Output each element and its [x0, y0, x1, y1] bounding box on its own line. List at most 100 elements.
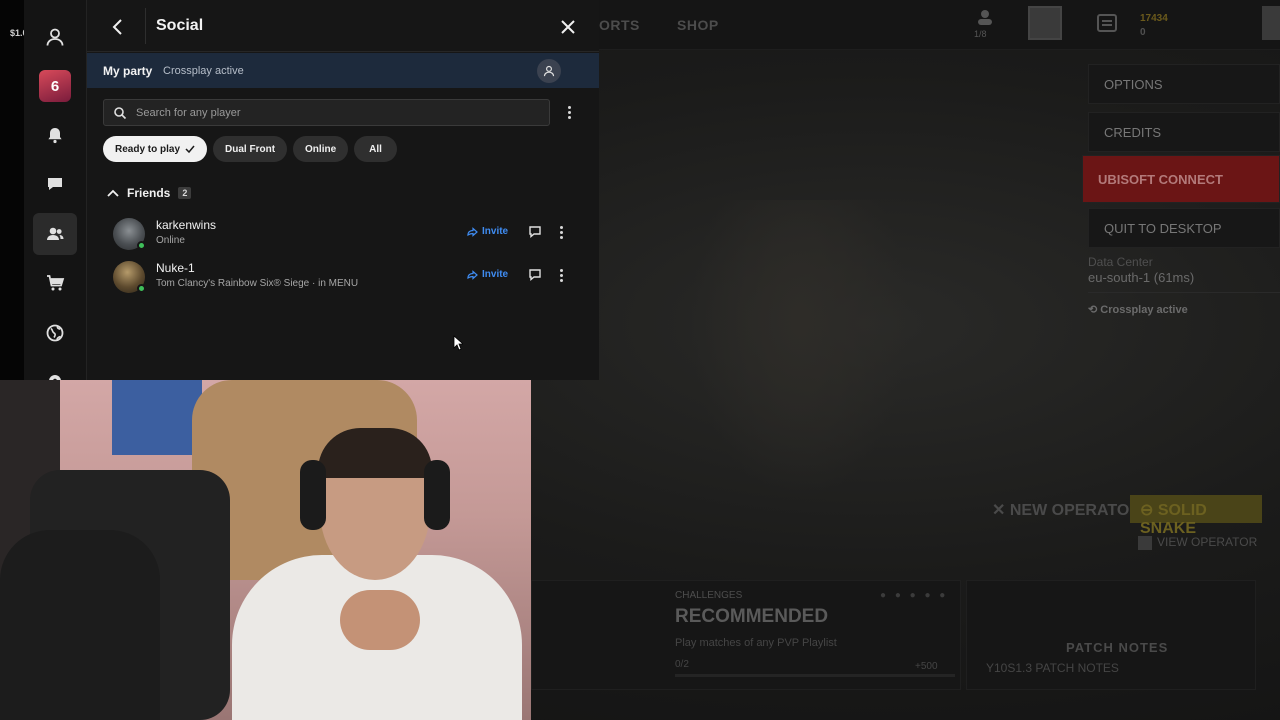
- invite-label: Invite: [482, 269, 509, 280]
- challenges-progress-text: 0/2: [675, 659, 689, 670]
- game-nav-sports[interactable]: ORTS: [599, 17, 640, 33]
- chevron-left-icon: [112, 19, 122, 35]
- dot: [567, 105, 571, 109]
- globe-icon: [46, 324, 64, 342]
- game-menu-ubisoft-connect[interactable]: UBISOFT CONNECT: [1082, 155, 1280, 203]
- user-icon: [46, 28, 64, 46]
- cart-icon: [47, 275, 65, 291]
- party-title: My party: [103, 64, 153, 78]
- webcam-headphone-left: [300, 460, 326, 530]
- game-menu-button[interactable]: [1262, 6, 1280, 40]
- carousel-dots[interactable]: ● ● ● ● ●: [880, 590, 948, 601]
- party-member-avatar[interactable]: [537, 59, 561, 83]
- operator-badge-icon: ⊖: [1140, 502, 1158, 519]
- panel-header: Social: [87, 0, 599, 52]
- game-menu-quit[interactable]: QUIT TO DESKTOP: [1088, 208, 1280, 248]
- operator-name-tag: ⊖ SOLID SNAKE: [1130, 495, 1262, 537]
- key-hint-icon: [1138, 535, 1152, 550]
- back-button[interactable]: [105, 14, 131, 40]
- challenges-description: Play matches of any PVP Playlist: [675, 637, 837, 649]
- friends-section-title: Friends: [127, 186, 171, 200]
- friend-options-button[interactable]: [553, 221, 569, 243]
- crossplay-icon: ⟲: [1088, 304, 1101, 316]
- game-profile-avatar[interactable]: [1028, 6, 1062, 40]
- store-button[interactable]: [33, 262, 77, 304]
- filter-label: Dual Front: [225, 143, 276, 155]
- patch-notes-title: PATCH NOTES: [1066, 640, 1169, 655]
- page-title: Social: [156, 17, 204, 34]
- game-top-bar: ORTS SHOP 1/8: [599, 0, 1280, 50]
- filter-all[interactable]: All: [354, 136, 397, 162]
- rainbow-six-logo: 6: [39, 70, 71, 102]
- invite-icon: [467, 226, 478, 237]
- invite-button[interactable]: Invite: [467, 269, 508, 280]
- friend-row[interactable]: Nuke-1 Tom Clancy's Rainbow Six® Siege ·…: [109, 258, 579, 296]
- close-icon: ✕: [992, 502, 1010, 519]
- settings-button[interactable]: [33, 360, 77, 380]
- friend-row[interactable]: karkenwins Online Invite: [109, 215, 579, 253]
- party-bar[interactable]: My party Crossplay active: [87, 53, 599, 88]
- game-crossplay-text: Crossplay active: [1100, 304, 1188, 316]
- view-operator-link[interactable]: VIEW OPERATOR: [1138, 535, 1257, 550]
- close-icon: [561, 20, 575, 34]
- friends-section-toggle[interactable]: Friends 2: [107, 185, 192, 201]
- friend-name: Nuke-1: [156, 261, 195, 275]
- game-menu-options[interactable]: OPTIONS: [1088, 64, 1280, 104]
- webcam-flag: [112, 380, 202, 455]
- online-status-dot: [137, 284, 146, 293]
- filter-online[interactable]: Online: [293, 136, 349, 162]
- webcam-streamer-hands: [340, 590, 420, 650]
- game-menu-credits[interactable]: CREDITS: [1088, 112, 1280, 152]
- check-icon: [185, 145, 195, 154]
- friends-button[interactable]: [33, 213, 77, 255]
- webcam-person-left: [0, 530, 160, 720]
- filter-ready-to-play[interactable]: Ready to play: [103, 136, 208, 162]
- chat-icon: [48, 178, 62, 190]
- webcam-headphone-right: [424, 460, 450, 530]
- message-icon[interactable]: [528, 268, 542, 282]
- game-currency-secondary: 0: [1140, 27, 1146, 38]
- game-currency: 17434 0: [1140, 12, 1168, 40]
- invite-icon: [467, 269, 478, 280]
- party-crossplay-status: Crossplay active: [163, 65, 244, 77]
- bell-icon: [48, 128, 62, 144]
- new-operator-text: NEW OPERATOR: [1009, 502, 1141, 519]
- search-input[interactable]: [136, 100, 541, 125]
- dot: [559, 268, 563, 272]
- dot: [559, 225, 563, 229]
- language-button[interactable]: [33, 312, 77, 354]
- search-icon: [114, 107, 127, 120]
- game-data-center-value[interactable]: eu-south-1 (61ms): [1088, 270, 1194, 285]
- filter-dual-front[interactable]: Dual Front: [213, 136, 288, 162]
- notifications-button[interactable]: [33, 114, 77, 156]
- game-nav-shop[interactable]: SHOP: [677, 17, 719, 33]
- search-field[interactable]: [103, 99, 550, 126]
- divider: [145, 8, 146, 44]
- invite-button[interactable]: Invite: [467, 226, 508, 237]
- game-inbox-icon[interactable]: [1096, 12, 1118, 37]
- chat-button[interactable]: [33, 163, 77, 205]
- friend-status: Online: [156, 235, 185, 246]
- game-currency-primary: 17434: [1140, 13, 1168, 24]
- mouse-cursor-icon: [453, 335, 463, 351]
- dot: [559, 230, 563, 234]
- search-options-button[interactable]: [561, 101, 577, 123]
- ubisoft-connect-rail: 6: [24, 0, 87, 380]
- new-operator-label: ✕ NEW OPERATOR: [992, 500, 1141, 520]
- game-squad-icon[interactable]: 1/8: [974, 8, 996, 39]
- friend-game: Tom Clancy's Rainbow Six® Siege: [156, 278, 310, 289]
- webcam-streamer-hair: [318, 428, 432, 478]
- friend-options-button[interactable]: [553, 264, 569, 286]
- game-shortcut-button[interactable]: 6: [33, 65, 77, 107]
- filter-label: All: [369, 143, 382, 155]
- user-icon: [543, 65, 555, 77]
- close-button[interactable]: [557, 16, 579, 38]
- operator-artwork: [690, 200, 910, 500]
- profile-button[interactable]: [33, 16, 77, 58]
- dot: [567, 110, 571, 114]
- invite-label: Invite: [482, 226, 509, 237]
- friends-icon: [47, 227, 64, 240]
- patch-notes-subtitle: Y10S1.3 PATCH NOTES: [986, 661, 1119, 675]
- message-icon[interactable]: [528, 225, 542, 239]
- dot: [559, 278, 563, 282]
